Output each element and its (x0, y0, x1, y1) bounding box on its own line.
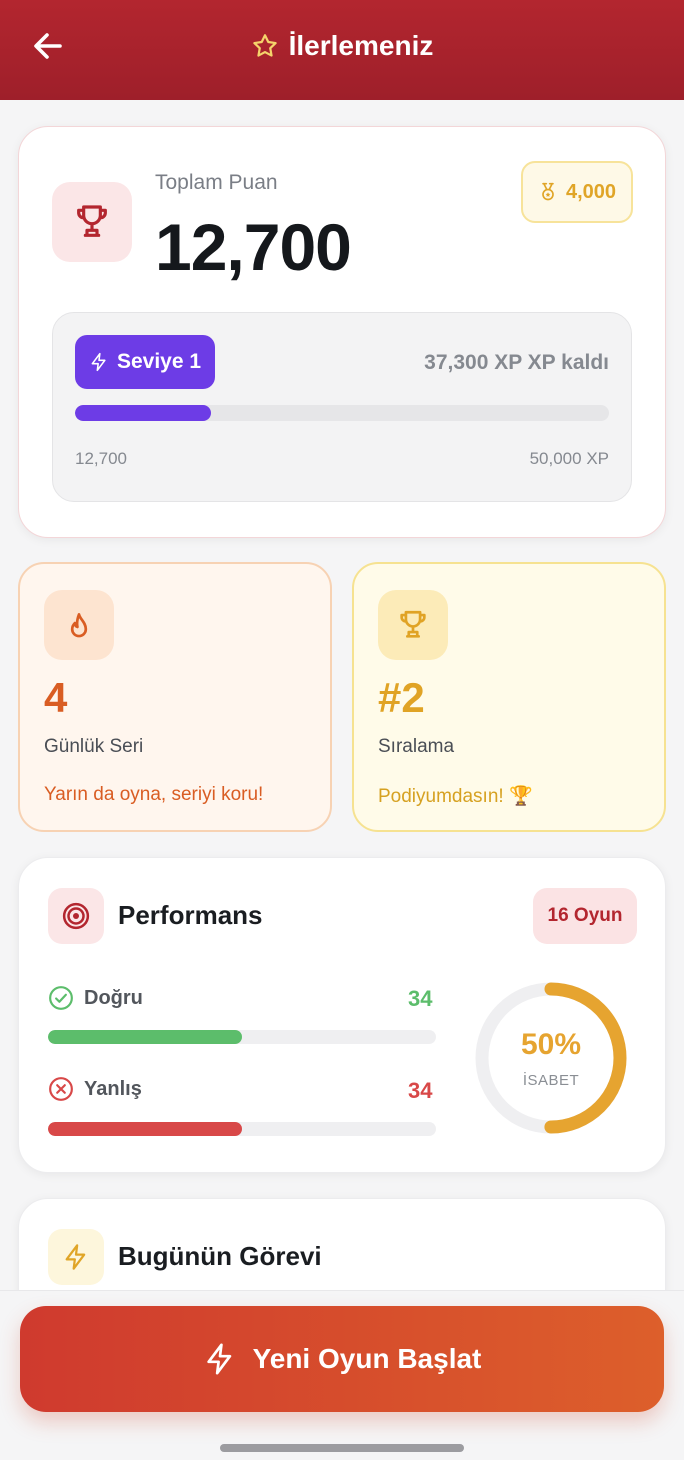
target-icon (62, 902, 90, 930)
star-icon (252, 34, 277, 57)
correct-label: Doğru (84, 986, 143, 1009)
trophy-icon (400, 610, 426, 638)
medal-icon (542, 182, 554, 201)
rank-card: #2 Sıralama Podiyumdasın! 🏆 (352, 562, 666, 832)
level-label: Seviye 1 (116, 350, 202, 373)
accuracy-readout: 50% İSABET (471, 978, 631, 1138)
bolt-icon (65, 1244, 86, 1270)
x-circle-icon (49, 1077, 73, 1101)
progress-max: 50,000 XP (529, 449, 609, 468)
home-indicator[interactable] (220, 1444, 464, 1452)
accuracy-label: İSABET (522, 1071, 580, 1089)
wrong-bar (48, 1122, 436, 1136)
trophy-badge (52, 182, 132, 262)
new-game-label: Yeni Oyun Başlat (252, 1343, 482, 1374)
correct-bar-fill (48, 1030, 242, 1044)
daily-task-title: Bugünün Görevi (118, 1241, 322, 1271)
rank-note: Podiyumdasın! 🏆 (378, 786, 533, 807)
bolt-icon (206, 1343, 231, 1375)
streak-card: 4 Günlük Seri Yarın da oyna, seriyi koru… (18, 562, 332, 832)
new-game-button[interactable]: Yeni Oyun Başlat (20, 1306, 664, 1412)
badge-points-value: 4,000 (565, 180, 617, 203)
performance-card: Performans 16 Oyun Doğru 34 Yanlış 34 50… (18, 857, 666, 1173)
wrong-value: 34 (408, 1078, 433, 1103)
bolt-icon (91, 352, 106, 372)
xp-remaining: 37,300 XP XP kaldı (424, 351, 609, 374)
performance-title: Performans (118, 900, 263, 930)
games-count-badge: 16 Oyun (533, 888, 637, 944)
rank-label: Sıralama (378, 736, 455, 757)
rank-icon-box (378, 590, 448, 660)
correct-bar (48, 1030, 436, 1044)
performance-icon-box (48, 888, 104, 944)
correct-value: 34 (408, 986, 433, 1011)
page-title: İlerlemeniz (0, 28, 684, 64)
total-points-card: Toplam Puan 12,700 4,000 Seviye 1 37,300… (18, 126, 666, 538)
accuracy-percent: 50% (520, 1027, 582, 1061)
wrong-row-label: Yanlış (48, 1076, 142, 1102)
streak-note: Yarın da oyna, seriyi koru! (44, 784, 264, 805)
wrong-label: Yanlış (84, 1077, 142, 1100)
app-header: İlerlemeniz (0, 0, 684, 100)
wrong-bar-fill (48, 1122, 242, 1136)
flame-icon (70, 613, 88, 638)
total-points-value: 12,700 (155, 210, 352, 284)
level-progress-bar (75, 405, 609, 421)
badge-points: 4,000 (521, 161, 633, 223)
daily-task-icon-box (48, 1229, 104, 1285)
trophy-icon (77, 205, 107, 237)
progress-min: 12,700 (75, 449, 127, 468)
streak-value: 4 (44, 674, 68, 721)
level-badge: Seviye 1 (75, 335, 215, 389)
level-progress-fill (75, 405, 211, 421)
streak-label: Günlük Seri (44, 736, 144, 757)
total-points-label: Toplam Puan (155, 171, 278, 194)
level-progress-panel: Seviye 1 37,300 XP XP kaldı 12,700 50,00… (52, 312, 632, 502)
correct-row-label: Doğru (48, 985, 143, 1011)
streak-icon-box (44, 590, 114, 660)
page-title-text: İlerlemeniz (288, 30, 434, 61)
rank-value: #2 (378, 674, 425, 721)
check-circle-icon (49, 986, 73, 1010)
